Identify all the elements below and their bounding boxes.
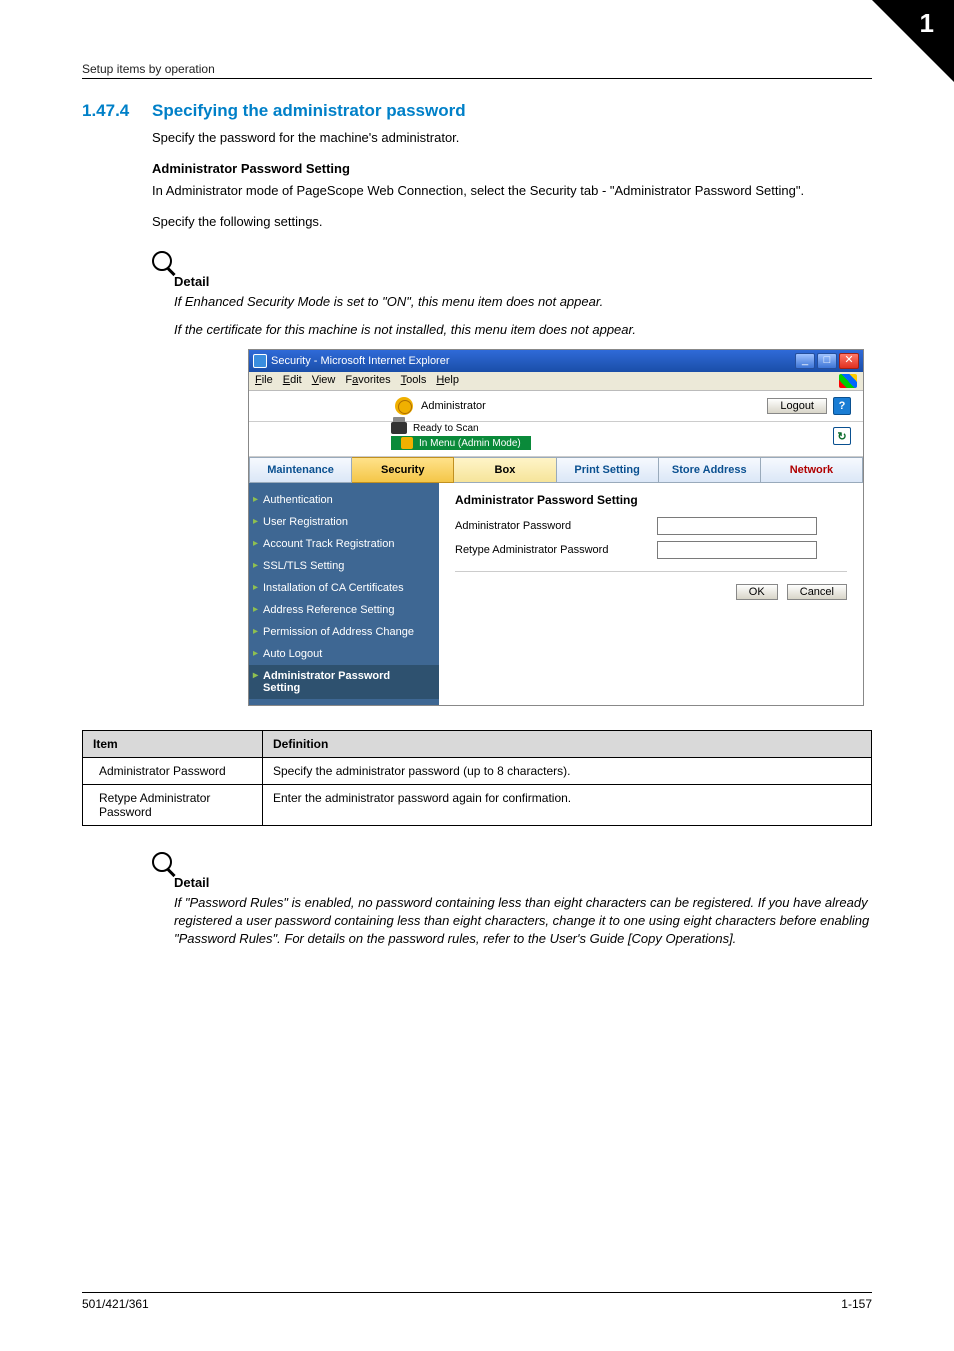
content-panel: Administrator Password Setting Administr… [439,483,863,705]
input-retype-password[interactable] [657,541,817,559]
status-ready: Ready to Scan [413,423,479,434]
sidenav-authentication[interactable]: Authentication [249,489,439,511]
tab-box[interactable]: Box [454,457,556,483]
logout-button[interactable]: Logout [767,398,827,414]
th-definition: Definition [263,731,872,758]
running-head: Setup items by operation 1 [82,40,872,79]
cell-item: Retype Administrator Password [83,785,263,826]
footer: 501/421/361 1-157 [82,1292,872,1311]
chapter-number: 1 [920,8,934,39]
table-row: Retype Administrator Password Enter the … [83,785,872,826]
maximize-button[interactable]: □ [817,353,837,369]
ok-button[interactable]: OK [736,584,778,600]
detail-label-2: Detail [174,875,872,890]
form-heading: Administrator Password Setting [455,493,847,507]
menu-file[interactable]: FFileile [255,374,273,388]
th-item: Item [83,731,263,758]
form-divider [455,571,847,572]
status-mode: In Menu (Admin Mode) [419,438,521,449]
detail-label-1: Detail [174,274,872,289]
sidenav-account-track[interactable]: Account Track Registration [249,533,439,555]
status-dot-icon [401,437,413,449]
detail-note-2: If "Password Rules" is enabled, no passw… [174,894,872,949]
input-admin-password[interactable] [657,517,817,535]
sidenav-ssl-tls[interactable]: SSL/TLS Setting [249,555,439,577]
magnifier-icon [152,251,172,271]
administrator-label: Administrator [421,400,486,412]
sidenav-admin-password[interactable]: Administrator Password Setting [249,665,439,699]
detail-note-1a: If Enhanced Security Mode is set to "ON"… [174,293,872,311]
printer-icon [391,422,407,434]
refresh-icon[interactable]: ↻ [833,427,851,445]
window-title: Security - Microsoft Internet Explorer [271,355,450,367]
label-admin-password: Administrator Password [455,520,645,532]
minimize-button[interactable]: _ [795,353,815,369]
cancel-button[interactable]: Cancel [787,584,847,600]
running-head-left: Setup items by operation [82,62,215,76]
tab-print-setting[interactable]: Print Setting [557,457,659,483]
intro-text: Specify the password for the machine's a… [152,129,872,147]
menu-edit[interactable]: Edit [283,374,302,388]
subheading: Administrator Password Setting [152,161,872,176]
sidenav-address-reference[interactable]: Address Reference Setting [249,599,439,621]
administrator-icon [395,397,413,415]
tab-security[interactable]: Security [352,457,454,483]
menu-favorites[interactable]: Favorites [345,374,390,388]
paragraph-1: In Administrator mode of PageScope Web C… [152,182,872,200]
magnifier-icon [152,852,172,872]
side-nav: Authentication User Registration Account… [249,483,439,705]
sidenav-ca-certificates[interactable]: Installation of CA Certificates [249,577,439,599]
definition-table: Item Definition Administrator Password S… [82,730,872,826]
footer-left: 501/421/361 [82,1297,149,1311]
detail-note-1b: If the certificate for this machine is n… [174,321,872,339]
menubar[interactable]: FFileile Edit View Favorites Tools Help [249,372,863,391]
screenshot-window: Security - Microsoft Internet Explorer _… [248,349,864,706]
sidenav-user-registration[interactable]: User Registration [249,511,439,533]
menu-view[interactable]: View [312,374,336,388]
table-row: Administrator Password Specify the admin… [83,758,872,785]
tab-maintenance[interactable]: Maintenance [249,457,352,483]
label-retype-password: Retype Administrator Password [455,544,645,556]
close-button[interactable]: ✕ [839,353,859,369]
corner-triangle [872,0,954,82]
section-title: Specifying the administrator password [152,101,466,120]
sidenav-auto-logout[interactable]: Auto Logout [249,643,439,665]
footer-right: 1-157 [841,1297,872,1311]
tab-network[interactable]: Network [761,457,863,483]
tab-store-address[interactable]: Store Address [659,457,761,483]
windows-flag-icon [839,374,857,388]
section-heading: 1.47.4Specifying the administrator passw… [82,101,872,121]
menu-tools[interactable]: Tools [401,374,427,388]
help-icon[interactable]: ? [833,397,851,415]
cell-def: Enter the administrator password again f… [263,785,872,826]
titlebar[interactable]: Security - Microsoft Internet Explorer _… [249,350,863,372]
tab-row: Maintenance Security Box Print Setting S… [249,456,863,483]
menu-help[interactable]: Help [436,374,459,388]
paragraph-2: Specify the following settings. [152,213,872,231]
section-number: 1.47.4 [82,101,152,121]
cell-def: Specify the administrator password (up t… [263,758,872,785]
sidenav-permission-address[interactable]: Permission of Address Change [249,621,439,643]
cell-item: Administrator Password [83,758,263,785]
ie-icon [253,354,267,368]
